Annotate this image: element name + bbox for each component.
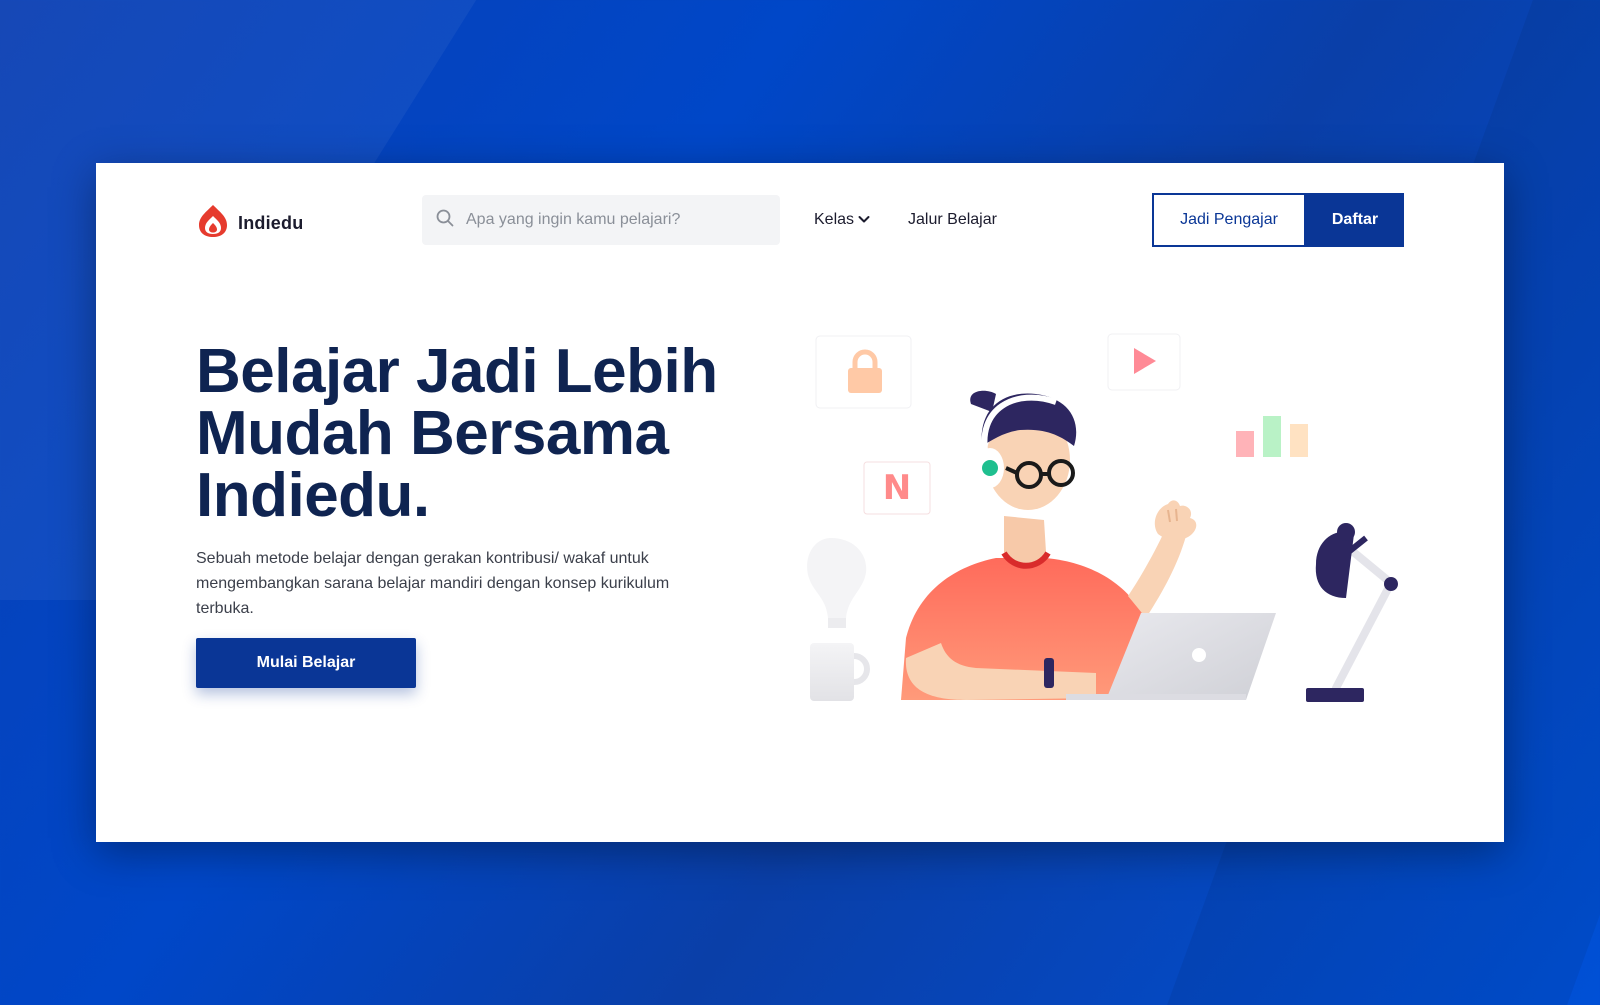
svg-text:N: N: [883, 468, 911, 508]
main-nav: Kelas Jalur Belajar: [814, 211, 997, 229]
auth-buttons: Jadi Pengajar Daftar: [1152, 193, 1404, 247]
nav-item-kelas[interactable]: Kelas: [814, 211, 870, 229]
logo-text: Indiedu: [238, 213, 304, 233]
lightbulb-icon: [807, 538, 867, 628]
lock-icon: [815, 335, 912, 409]
chevron-down-icon: [858, 211, 870, 229]
nav-item-jalur-belajar[interactable]: Jalur Belajar: [908, 211, 997, 229]
flame-logo-icon: [196, 203, 230, 244]
teacher-button[interactable]: Jadi Pengajar: [1152, 193, 1306, 247]
nav-item-label: Kelas: [814, 211, 855, 228]
hero-title: Belajar Jadi Lebih Mudah Bersama Indiedu…: [196, 337, 718, 530]
desk-lamp-icon: [1306, 523, 1398, 702]
register-button[interactable]: Daftar: [1306, 193, 1404, 247]
hero-description: Sebuah metode belajar dengan gerakan kon…: [196, 550, 670, 617]
search-input[interactable]: [464, 210, 768, 230]
logo[interactable]: Indiedu: [196, 203, 303, 244]
bar-chart-icon: [1236, 416, 1308, 457]
website-preview: Indiedu Kelas Jalur Belajar Jadi Pengaja…: [96, 163, 1504, 842]
play-icon: [1107, 333, 1181, 391]
search-box[interactable]: [422, 195, 780, 245]
mug-icon: [810, 643, 870, 701]
hero-illustration: N: [807, 333, 1398, 702]
start-learning-button[interactable]: Mulai Belajar: [196, 638, 416, 688]
n-letter-icon: N: [863, 461, 931, 515]
search-icon: [436, 209, 454, 232]
nav-item-label: Jalur Belajar: [908, 211, 997, 228]
